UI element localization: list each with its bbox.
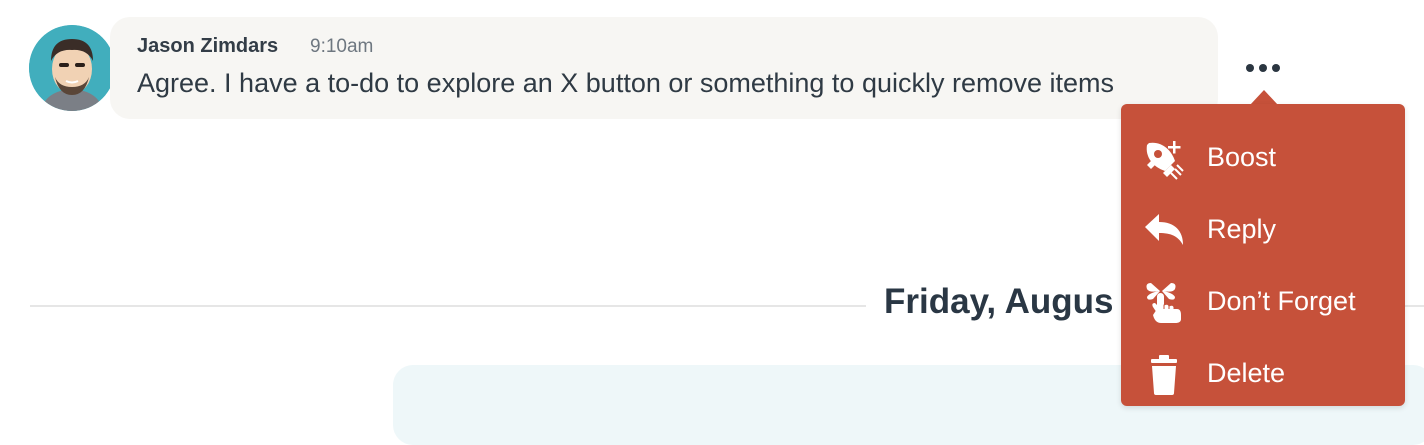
- more-dot: [1272, 64, 1280, 72]
- menu-item-dont-forget[interactable]: Don’t Forget: [1121, 260, 1405, 332]
- message-author[interactable]: Jason Zimdars: [137, 35, 278, 58]
- rocket-boost-icon: [1141, 135, 1187, 181]
- more-options-button[interactable]: [1238, 54, 1288, 82]
- menu-item-label: Delete: [1207, 358, 1286, 388]
- more-horizontal-icon: [1246, 64, 1254, 72]
- message-actions-menu: Boost Reply Don’t Forget Delete: [1121, 104, 1405, 406]
- reply-arrow-icon: [1141, 207, 1187, 253]
- menu-caret: [1250, 90, 1278, 105]
- finger-ribbon-icon: [1141, 279, 1187, 325]
- menu-item-label: Don’t Forget: [1207, 286, 1356, 316]
- menu-item-boost[interactable]: Boost: [1121, 116, 1405, 188]
- menu-item-label: Reply: [1207, 214, 1277, 244]
- menu-item-delete[interactable]: Delete: [1121, 332, 1405, 404]
- cartoon-avatar-icon: [29, 25, 115, 111]
- menu-item-reply[interactable]: Reply: [1121, 188, 1405, 260]
- menu-item-label: Boost: [1207, 142, 1277, 172]
- avatar[interactable]: [29, 25, 115, 111]
- trash-icon: [1141, 351, 1187, 397]
- message-text: Agree. I have a to-do to explore an X bu…: [137, 68, 1115, 98]
- message-time[interactable]: 9:10am: [310, 36, 373, 58]
- date-divider-label: Friday, Augus: [866, 282, 1132, 322]
- more-dot: [1259, 64, 1267, 72]
